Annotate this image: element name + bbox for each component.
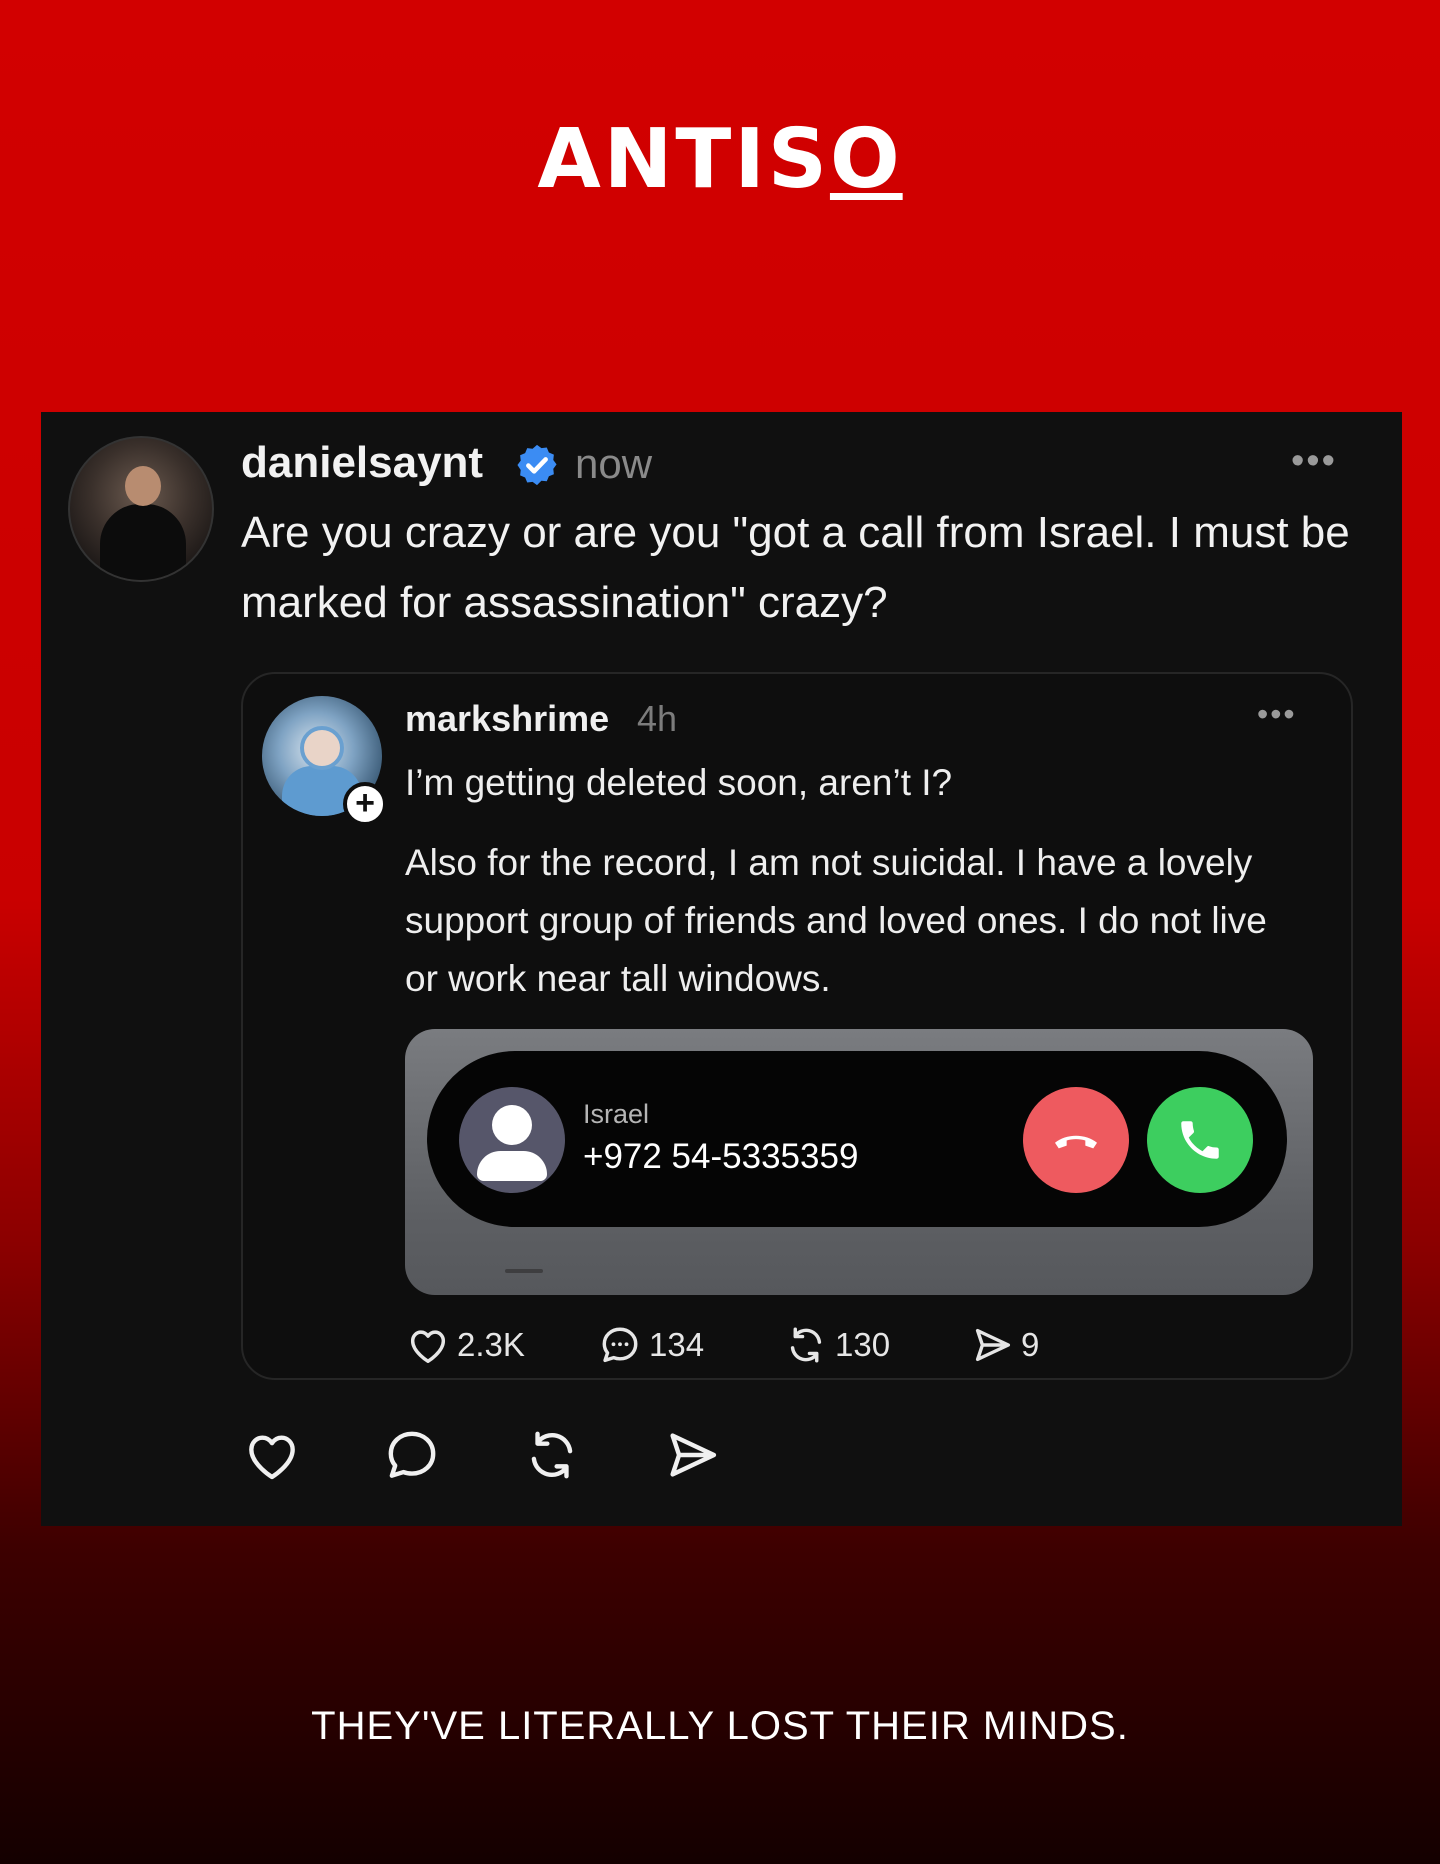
post-time: now [575,440,653,487]
brand-prefix: ANTIS [537,112,830,207]
phone-icon [1181,1121,1219,1159]
author-username[interactable]: danielsaynt [241,438,483,488]
hang-up-icon [1055,1135,1097,1149]
share-icon [975,1328,1011,1362]
caller-number: +972 54-5335359 [583,1137,859,1176]
brand-underlined-letter: O [829,112,903,207]
share-icon [670,1433,717,1477]
incoming-call-banner: Israel +972 54-5335359 [427,1051,1287,1227]
quoted-text-line1: I’m getting deleted soon, aren’t I? [405,762,953,803]
follow-plus-icon[interactable]: + [343,782,387,826]
post-text: Are you crazy or are you "got a call fro… [241,508,1350,627]
call-card-handle [505,1269,543,1273]
repost-icon [790,1327,822,1363]
quoted-text-line2: Also for the record, I am not suicidal. … [405,842,1267,999]
caller-avatar-icon [459,1087,565,1193]
brand-logo: ANTISO [0,112,1440,207]
quoted-share-button[interactable]: 9 [969,1322,1039,1368]
decline-call-button [1023,1087,1129,1193]
quoted-post[interactable]: + markshrime 4h ••• I’m getting deleted … [241,672,1353,1380]
quoted-comment-button[interactable]: 134 [597,1322,704,1368]
reposts-count: 130 [835,1326,891,1363]
incoming-call-image[interactable]: Israel +972 54-5335359 [405,1029,1313,1295]
accept-call-button [1147,1087,1253,1193]
comment-icon [388,1431,436,1478]
repost-button[interactable] [521,1424,583,1486]
heart-icon [249,1435,295,1480]
author-avatar[interactable] [68,436,214,582]
quoted-like-button[interactable]: 2.3K [405,1322,525,1368]
quoted-username[interactable]: markshrime [405,698,609,740]
heart-icon [410,1330,446,1364]
quoted-time: 4h [637,698,678,739]
likes-count: 2.3K [457,1326,525,1363]
quoted-more-options-icon[interactable]: ••• [1257,696,1297,733]
shares-count: 9 [1021,1326,1040,1363]
comment-button[interactable] [381,1424,443,1486]
caption-text: THEY'VE LITERALLY LOST THEIR MINDS. [311,1704,1129,1748]
comment-icon [602,1327,638,1363]
caller-name: Israel [583,1099,650,1129]
comments-count: 134 [649,1326,705,1363]
verified-badge-icon [517,444,557,486]
post-card: danielsaynt now ••• Are you crazy or are… [41,412,1402,1526]
like-button[interactable] [241,1424,303,1486]
share-button[interactable] [661,1424,723,1486]
quoted-repost-button[interactable]: 130 [783,1322,890,1368]
more-options-icon[interactable]: ••• [1291,440,1337,483]
repost-icon [531,1431,573,1479]
